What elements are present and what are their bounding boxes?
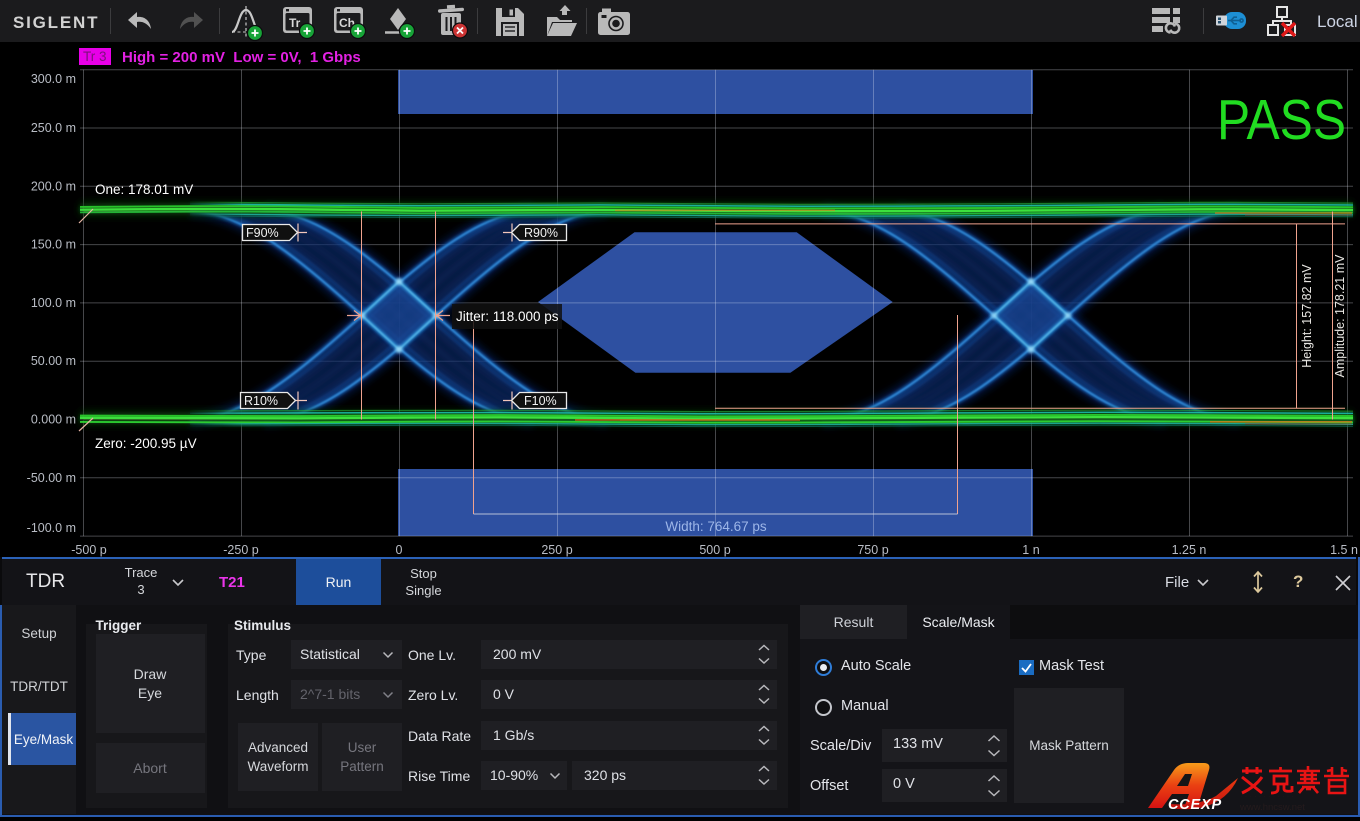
svg-text:1 n: 1 n: [1022, 543, 1039, 557]
svg-text:Local: Local: [1317, 12, 1358, 31]
svg-text:0: 0: [396, 543, 403, 557]
svg-text:High = 200 mV Low = 0V, 1 Gb: High = 200 mV Low = 0V, 1 Gbps: [122, 49, 361, 66]
svg-text:www.hncsw.net: www.hncsw.net: [1239, 802, 1305, 812]
svg-text:PASS: PASS: [1217, 88, 1346, 152]
svg-text:F90%: F90%: [246, 226, 279, 240]
svg-text:F10%: F10%: [524, 394, 557, 408]
svg-text:Tr 3: Tr 3: [83, 49, 107, 64]
svg-text:250 p: 250 p: [541, 543, 572, 557]
svg-text:500 p: 500 p: [699, 543, 730, 557]
svg-text:50.00 m: 50.00 m: [31, 354, 76, 368]
svg-text:-100.0 m: -100.0 m: [27, 521, 76, 535]
svg-text:100.0 m: 100.0 m: [31, 296, 76, 310]
svg-text:0.000 m: 0.000 m: [31, 413, 76, 427]
svg-text:CCEXP: CCEXP: [1168, 797, 1222, 812]
svg-text:Amplitude: 178.21 mV: Amplitude: 178.21 mV: [1333, 254, 1347, 378]
svg-text:-500 p: -500 p: [71, 543, 106, 557]
svg-text:Tr: Tr: [289, 16, 301, 30]
svg-text:R10%: R10%: [244, 394, 278, 408]
svg-text:SIGLENT: SIGLENT: [13, 13, 99, 32]
svg-text:-50.00 m: -50.00 m: [27, 471, 76, 485]
svg-text:Zero: -200.95 µV: Zero: -200.95 µV: [95, 436, 197, 451]
svg-text:Jitter: 118.000 ps: Jitter: 118.000 ps: [456, 309, 559, 324]
svg-text:············: ············: [1240, 792, 1296, 801]
svg-text:150.0 m: 150.0 m: [31, 238, 76, 252]
svg-text:One: 178.01 mV: One: 178.01 mV: [95, 182, 193, 197]
svg-text:250.0 m: 250.0 m: [31, 121, 76, 135]
svg-text:200.0 m: 200.0 m: [31, 179, 76, 193]
svg-text:1.5 n: 1.5 n: [1330, 543, 1358, 557]
svg-text:R90%: R90%: [524, 226, 558, 240]
svg-text:-250 p: -250 p: [223, 543, 258, 557]
svg-text:Width: 764.67 ps: Width: 764.67 ps: [665, 519, 767, 534]
svg-text:1.25 n: 1.25 n: [1172, 543, 1207, 557]
svg-text:300.0 m: 300.0 m: [31, 72, 76, 86]
svg-text:750 p: 750 p: [857, 543, 888, 557]
svg-text:Height: 157.82 mV: Height: 157.82 mV: [1300, 264, 1314, 368]
